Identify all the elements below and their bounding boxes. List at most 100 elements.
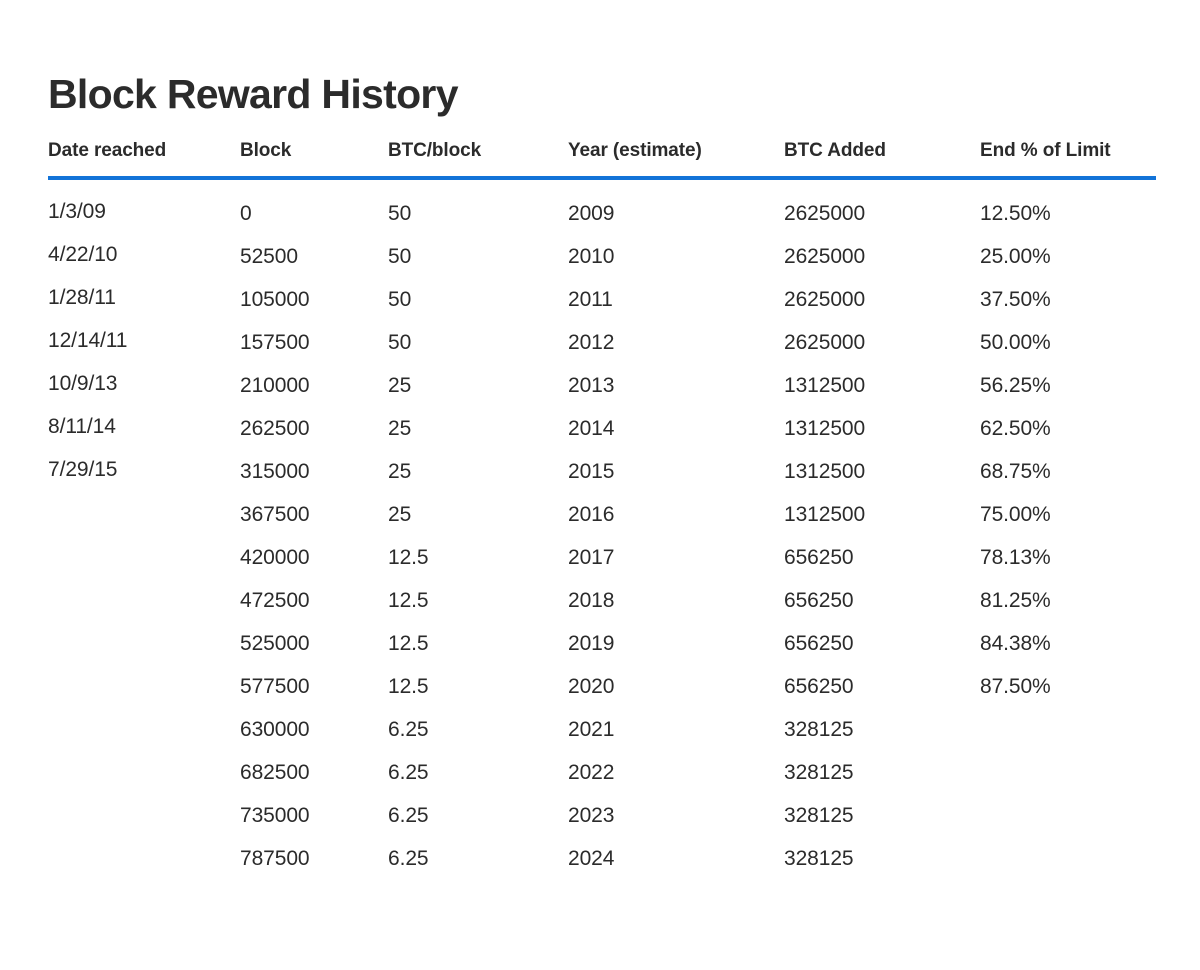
cell-btc-per-block: 50 [388,244,412,268]
table-body: 1/3/09 0 50 2009 2625000 12.50% 4/22/10 52500 50… [48,178,1156,880]
cell-end-pct-of-limit: 81.25% [980,588,1051,612]
table-row: 1/3/09 0 50 2009 2625000 12.50% [48,178,1156,235]
cell-btc-per-block: 25 [388,459,412,483]
cell-end-pct-of-limit: 75.00% [980,502,1051,526]
cell-date-reached [48,749,240,792]
cell-end-pct-of-limit: 84.38% [980,631,1051,655]
cell-btc-added: 2625000 [784,244,866,268]
cell-year-estimate: 2022 [568,760,615,784]
cell-btc-per-block: 12.5 [388,588,429,612]
cell-date-reached: 4/22/10 [48,242,118,266]
table-row: 420000 12.5 2017 656250 78.13% [48,536,1156,579]
cell-btc-per-block: 6.25 [388,760,429,784]
cell-btc-per-block: 50 [388,287,412,311]
cell-btc-added: 1312500 [784,373,866,397]
cell-date-reached [48,792,240,835]
cell-block: 262500 [240,416,310,440]
table-row: 7/29/15 315000 25 2015 1312500 68.75% [48,450,1156,493]
cell-year-estimate: 2009 [568,201,615,225]
column-header-block: Block [240,140,292,161]
cell-btc-added: 656250 [784,545,854,569]
cell-btc-added: 1312500 [784,502,866,526]
cell-block: 787500 [240,846,310,870]
cell-block: 367500 [240,502,310,526]
cell-date-reached [48,577,240,620]
cell-end-pct-of-limit: 37.50% [980,287,1051,311]
cell-year-estimate: 2016 [568,502,615,526]
cell-block: 52500 [240,244,298,268]
table-row: 472500 12.5 2018 656250 81.25% [48,579,1156,622]
cell-end-pct-of-limit [980,837,1156,880]
cell-btc-added: 328125 [784,717,854,741]
cell-end-pct-of-limit: 25.00% [980,244,1051,268]
cell-block: 105000 [240,287,310,311]
column-header-btc-per-block: BTC/block [388,140,482,161]
table-row: 4/22/10 52500 50 2010 2625000 25.00% [48,235,1156,278]
cell-btc-added: 2625000 [784,330,866,354]
cell-end-pct-of-limit [980,794,1156,837]
column-header-btc-added: BTC Added [784,140,886,161]
cell-end-pct-of-limit: 68.75% [980,459,1051,483]
table-row: 12/14/11 157500 50 2012 2625000 50.00% [48,321,1156,364]
cell-year-estimate: 2014 [568,416,615,440]
page-title: Block Reward History [48,71,458,118]
cell-end-pct-of-limit: 78.13% [980,545,1051,569]
cell-date-reached [48,835,240,878]
table-row: 682500 6.25 2022 328125 [48,751,1156,794]
cell-btc-per-block: 6.25 [388,803,429,827]
table-row: 367500 25 2016 1312500 75.00% [48,493,1156,536]
table-row: 10/9/13 210000 25 2013 1312500 56.25% [48,364,1156,407]
cell-year-estimate: 2020 [568,674,615,698]
cell-btc-added: 2625000 [784,201,866,225]
cell-year-estimate: 2024 [568,846,615,870]
table-header-row: Date reached Block BTC/block Year (estimate… [48,140,1156,178]
cell-block: 420000 [240,545,310,569]
cell-block: 472500 [240,588,310,612]
cell-year-estimate: 2019 [568,631,615,655]
cell-btc-added: 1312500 [784,416,866,440]
cell-block: 577500 [240,674,310,698]
cell-btc-per-block: 6.25 [388,846,429,870]
cell-btc-added: 328125 [784,760,854,784]
cell-btc-added: 656250 [784,674,854,698]
cell-year-estimate: 2013 [568,373,615,397]
cell-btc-added: 328125 [784,803,854,827]
cell-date-reached [48,620,240,663]
cell-date-reached: 12/14/11 [48,328,128,352]
cell-date-reached [48,663,240,706]
table-row: 8/11/14 262500 25 2014 1312500 62.50% [48,407,1156,450]
table-container: Date reached Block BTC/block Year (estimate… [48,140,1156,880]
table-row: 735000 6.25 2023 328125 [48,794,1156,837]
table-row: 1/28/11 105000 50 2011 2625000 37.50% [48,278,1156,321]
cell-btc-added: 1312500 [784,459,866,483]
cell-block: 157500 [240,330,310,354]
table-row: 787500 6.25 2024 328125 [48,837,1156,880]
cell-block: 630000 [240,717,310,741]
cell-end-pct-of-limit [980,751,1156,794]
cell-date-reached: 10/9/13 [48,371,118,395]
table-row: 525000 12.5 2019 656250 84.38% [48,622,1156,665]
cell-year-estimate: 2018 [568,588,615,612]
cell-block: 315000 [240,459,310,483]
cell-btc-per-block: 6.25 [388,717,429,741]
cell-end-pct-of-limit [980,708,1156,751]
cell-date-reached [48,706,240,749]
cell-btc-per-block: 25 [388,416,412,440]
cell-btc-per-block: 25 [388,502,412,526]
cell-date-reached: 1/28/11 [48,285,116,309]
cell-date-reached: 8/11/14 [48,414,116,438]
cell-date-reached [48,534,240,577]
cell-end-pct-of-limit: 62.50% [980,416,1051,440]
cell-btc-per-block: 50 [388,201,412,225]
column-header-end-pct-of-limit: End % of Limit [980,140,1111,161]
cell-year-estimate: 2015 [568,459,615,483]
cell-year-estimate: 2011 [568,287,613,311]
cell-btc-added: 656250 [784,631,854,655]
cell-btc-per-block: 12.5 [388,631,429,655]
cell-block: 735000 [240,803,310,827]
cell-btc-per-block: 25 [388,373,412,397]
cell-year-estimate: 2023 [568,803,615,827]
cell-date-reached: 1/3/09 [48,199,106,223]
page-root: Block Reward History Date reached Block BT… [0,0,1200,970]
cell-end-pct-of-limit: 12.50% [980,201,1051,225]
